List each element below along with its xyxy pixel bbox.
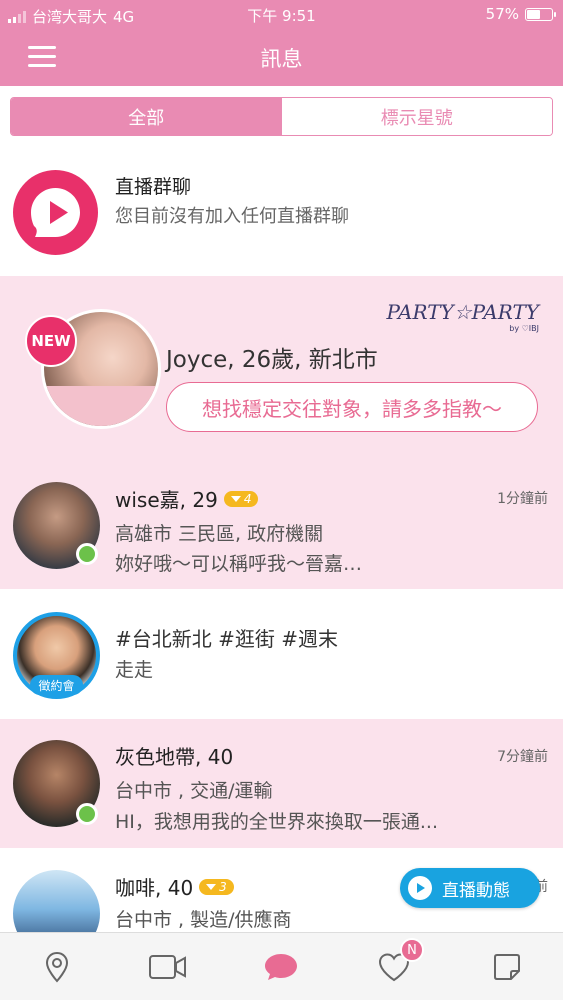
location-pin-icon[interactable] — [37, 947, 77, 987]
chat-name: wise嘉, 29 — [115, 488, 218, 512]
chat-line1: 台中市 , 交通/運輸 — [115, 780, 273, 802]
chat-line1: 高雄市 三民區, 政府機關 — [115, 523, 324, 545]
status-bar: 台湾大哥大 4G 下午 9:51 57% — [0, 0, 563, 30]
vip-badge: 3 — [199, 878, 234, 895]
tab-bar: N — [0, 932, 563, 1000]
play-icon — [408, 876, 432, 900]
chat-row[interactable]: wise嘉, 29 4 1分鐘前 高雄市 三民區, 政府機關 妳好哦～可以稱呼我… — [0, 462, 563, 589]
chat-line1: 台中市 , 製造/供應商 — [115, 909, 292, 931]
chat-preview: 妳好哦～可以稱呼我～晉嘉… — [115, 553, 363, 575]
promo-cta-button[interactable]: 想找穩定交往對象，請多多指教～ — [166, 382, 538, 432]
battery-level — [527, 9, 541, 19]
promo-card[interactable]: NEW PARTY☆PARTY by ♡IBJ Joyce, 26歲, 新北市 … — [0, 276, 563, 462]
battery-icon — [525, 7, 556, 21]
chat-row[interactable]: 灰色地帶, 40 7分鐘前 台中市 , 交通/運輸 HI，我想用我的全世界來換取… — [0, 719, 563, 848]
live-group-subtitle: 您目前沒有加入任何直播群聊 — [115, 206, 349, 227]
status-time: 下午 9:51 — [247, 7, 316, 25]
chat-preview: HI，我想用我的全世界來換取一張通... — [115, 811, 439, 833]
tab-starred[interactable]: 標示星號 — [281, 98, 552, 135]
chat-time: 1分鐘前 — [497, 491, 548, 507]
chat-tags: #台北新北 #逛街 #週末 — [115, 627, 338, 651]
chat-name: 咖啡, 40 — [115, 876, 194, 900]
chat-bubble-icon[interactable] — [261, 947, 301, 987]
date-label: 徵約會 — [30, 675, 83, 695]
video-camera-icon[interactable] — [148, 947, 188, 987]
live-feed-button[interactable]: 直播動態 — [400, 868, 540, 908]
live-group-title: 直播群聊 — [115, 176, 192, 198]
battery-percent: 57% — [485, 5, 519, 23]
live-feed-label: 直播動態 — [442, 880, 510, 901]
note-icon[interactable] — [487, 947, 527, 987]
new-badge: NEW — [25, 315, 77, 367]
chat-name: 灰色地帶, 40 — [115, 745, 234, 769]
diamond-icon — [206, 883, 217, 890]
segment-control: 全部 標示星號 — [10, 97, 553, 136]
promo-name: Joyce, 26歲, 新北市 — [166, 347, 378, 373]
chat-time: 7分鐘前 — [497, 749, 548, 765]
vip-badge: 4 — [223, 490, 259, 507]
avatar[interactable] — [13, 870, 100, 932]
diamond-icon — [230, 495, 241, 502]
likes-badge: N — [400, 938, 424, 962]
brand-sub: by ♡IBJ — [509, 324, 539, 333]
brand-logo: PARTY☆PARTY — [386, 300, 539, 324]
live-group-row[interactable]: 直播群聊 您目前沒有加入任何直播群聊 — [0, 148, 563, 276]
page-title: 訊息 — [260, 47, 303, 71]
online-indicator — [76, 803, 98, 825]
tab-all[interactable]: 全部 — [11, 98, 282, 135]
chat-row[interactable]: 徵約會 #台北新北 #逛街 #週末 走走 — [0, 589, 563, 719]
live-chat-icon — [13, 170, 98, 255]
chat-name-row: 咖啡, 40 3 — [115, 872, 234, 901]
online-indicator — [76, 543, 98, 565]
header: 訊息 — [0, 30, 563, 86]
chat-name-row: wise嘉, 29 4 — [115, 484, 259, 513]
chat-preview: 走走 — [115, 659, 154, 681]
